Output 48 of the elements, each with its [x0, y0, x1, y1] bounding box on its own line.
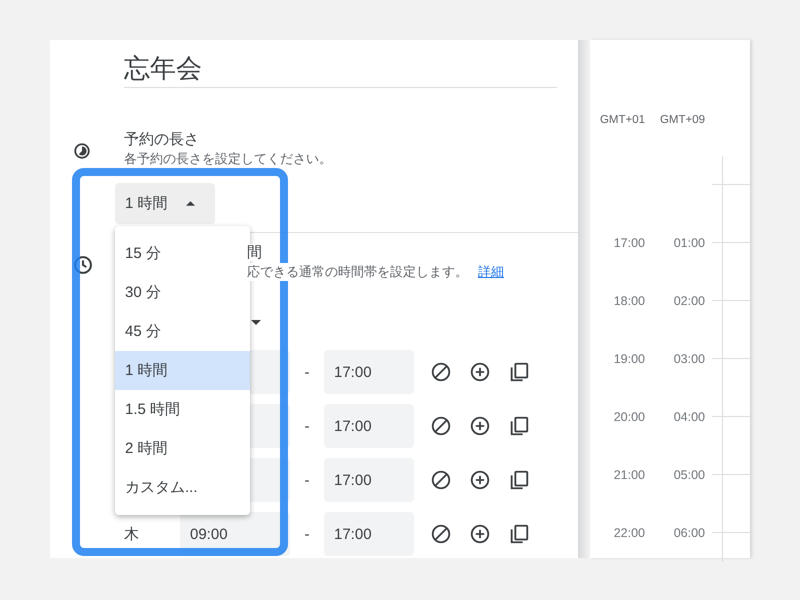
hour-label: 22:00: [614, 526, 645, 540]
hour-label: 20:00: [614, 410, 645, 424]
end-time-field[interactable]: 17:00: [324, 512, 414, 556]
hour-label: 17:00: [614, 236, 645, 250]
hour-label: 05:00: [674, 468, 705, 482]
dash-separator: -: [304, 472, 310, 488]
copy-icon[interactable]: [508, 415, 530, 437]
end-time-field[interactable]: 17:00: [324, 458, 414, 502]
event-title[interactable]: 忘年会: [124, 50, 557, 88]
dash-separator: -: [304, 526, 310, 542]
timezone-label: GMT+01: [598, 113, 646, 128]
unavailable-icon[interactable]: [430, 415, 452, 437]
hour-label: 06:00: [674, 526, 705, 540]
section-title: 間: [247, 244, 262, 261]
copy-icon[interactable]: [508, 361, 530, 383]
day-label: 木: [123, 524, 140, 544]
menu-item[interactable]: 1.5 時間: [115, 390, 250, 429]
menu-item[interactable]: カスタム...: [115, 468, 250, 507]
timezone-label: GMT+09: [658, 113, 706, 128]
hour-label: 18:00: [614, 294, 645, 308]
add-icon[interactable]: [469, 469, 491, 491]
add-icon[interactable]: [469, 415, 491, 437]
copy-icon[interactable]: [508, 469, 530, 491]
hour-label: 03:00: [674, 352, 705, 366]
hour-label: 01:00: [674, 236, 705, 250]
hour-label: 21:00: [614, 468, 645, 482]
unavailable-icon[interactable]: [430, 469, 452, 491]
dash-separator: -: [304, 418, 310, 434]
menu-item[interactable]: 2 時間: [115, 429, 250, 468]
learn-more-link[interactable]: 詳細: [478, 263, 504, 281]
section-title: 予約の長さ: [124, 130, 200, 150]
copy-icon[interactable]: [508, 523, 530, 545]
hour-label: 04:00: [674, 410, 705, 424]
hour-label: 02:00: [674, 294, 705, 308]
unavailable-icon[interactable]: [430, 361, 452, 383]
duration-select[interactable]: 1 時間: [115, 183, 215, 224]
unavailable-icon[interactable]: [430, 523, 452, 545]
add-icon[interactable]: [469, 361, 491, 383]
caret-icon: [186, 201, 195, 206]
menu-item[interactable]: 1 時間: [115, 351, 250, 390]
timelapse-icon: [73, 142, 91, 160]
dash-separator: -: [304, 364, 310, 380]
end-time-field[interactable]: 17:00: [324, 404, 414, 448]
section-description: 各予約の長さを設定してください。: [124, 150, 333, 168]
menu-item[interactable]: 45 分: [115, 312, 250, 351]
end-time-field[interactable]: 17:00: [324, 350, 414, 394]
hour-label: 19:00: [614, 352, 645, 366]
add-icon[interactable]: [469, 523, 491, 545]
